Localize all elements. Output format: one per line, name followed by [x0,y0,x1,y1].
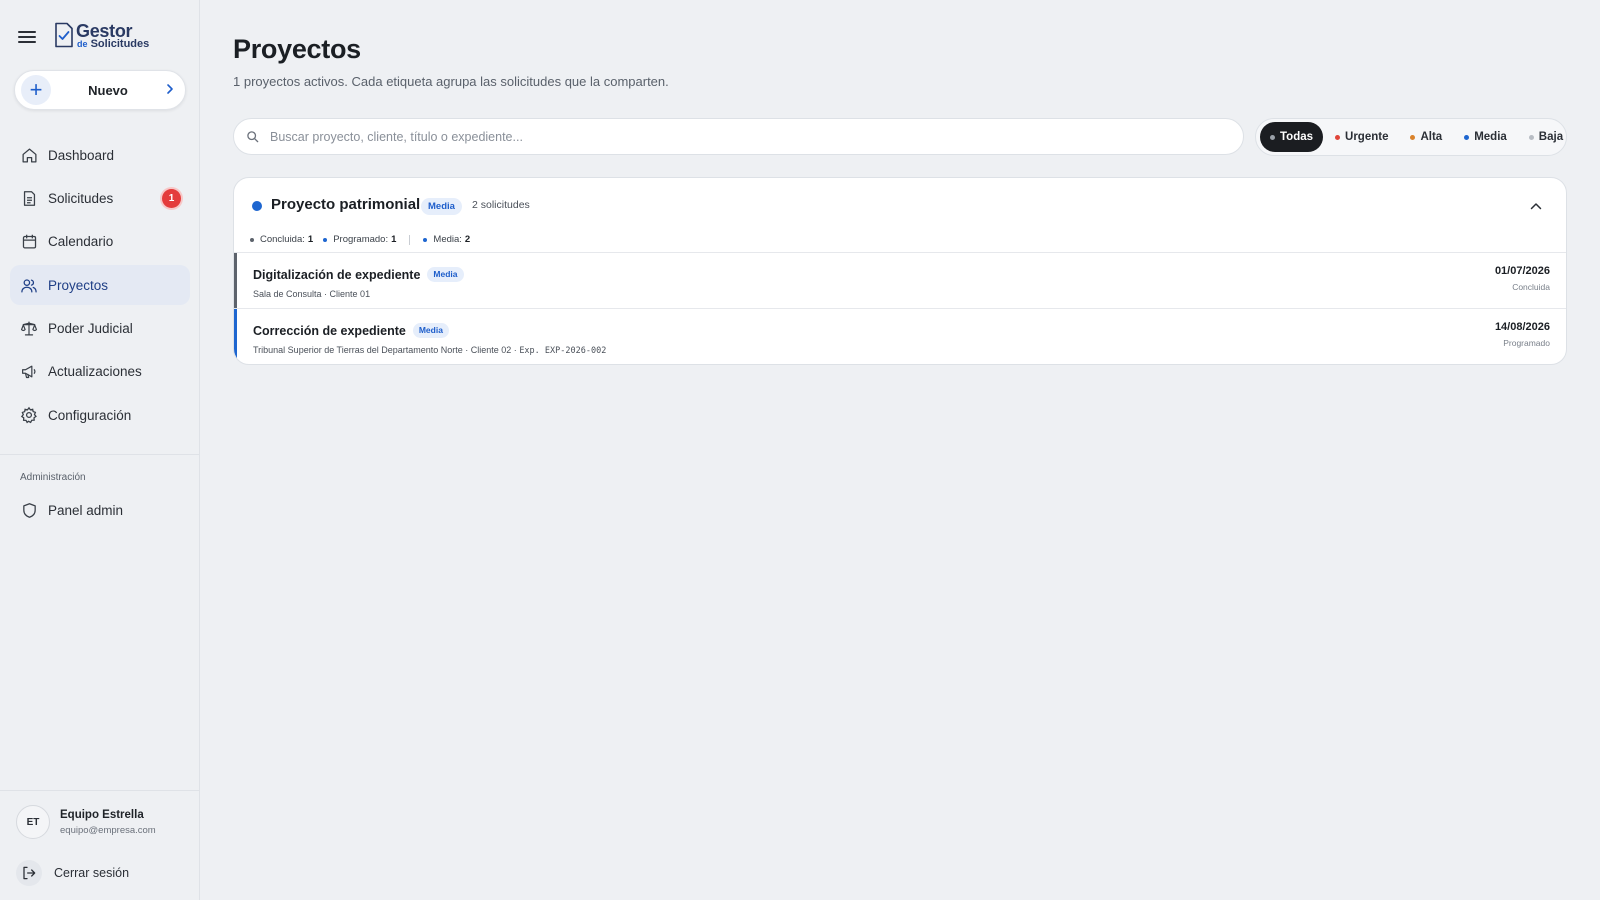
request-title: Corrección de expediente Media [253,323,449,338]
brand: Gestor de Solicitudes [18,18,149,54]
filter-label: Alta [1420,131,1443,143]
project-name: Proyecto patrimonial [271,196,421,213]
stat-dot [250,237,254,242]
user-email: equipo@empresa.com [60,825,156,836]
sidebar-item-label: Proyectos [48,277,109,293]
sidebar-item-panel-admin[interactable]: Panel admin [10,490,190,530]
status-bar [234,309,237,364]
sidebar: Gestor de Solicitudes + Nuevo Dashboard … [0,0,200,900]
filter-label: Media [1474,131,1507,143]
sidebar-item-label: Actualizaciones [48,364,142,380]
calendar-icon [20,233,38,251]
filter-alta[interactable]: Alta [1400,122,1452,152]
sidebar-item-label: Solicitudes [48,190,114,206]
search-input[interactable] [270,129,1243,144]
project-header[interactable]: Proyecto patrimonial Media 2 solicitudes… [234,178,1566,253]
stat-media: Media: 2 [423,234,470,245]
admin-section-label: Administración [20,472,86,483]
sidebar-item-configuracion[interactable]: Configuración [10,395,190,435]
user-name: Equipo Estrella [60,809,144,821]
chevron-up-icon[interactable] [1526,196,1546,216]
logout-icon [16,860,42,886]
logout-label: Cerrar sesión [54,866,130,880]
sidebar-nav: Dashboard Solicitudes 1 Calendario Proye… [10,135,190,439]
page-title: Proyectos [233,34,361,64]
stat-dot [423,237,428,242]
request-meta: Sala de Consulta · Cliente 01 [253,289,371,299]
scale-icon [20,320,38,338]
sidebar-item-dashboard[interactable]: Dashboard [10,135,190,175]
sidebar-item-label: Configuración [48,407,132,423]
new-button-label: Nuevo [88,82,128,98]
filter-baja[interactable]: Baja [1519,122,1573,152]
filter-label: Todas [1280,131,1314,143]
search-bar [233,118,1244,155]
filter-label: Baja [1538,131,1564,143]
sidebar-divider [0,454,199,455]
priority-badge: Media [421,198,462,215]
filter-todas[interactable]: Todas [1260,122,1324,152]
priority-badge: Media [427,267,464,282]
filter-dot [1270,134,1275,140]
expediente-number: Exp. EXP-2026-002 [519,346,607,356]
request-title: Digitalización de expediente Media [253,267,464,282]
filter-dot [1528,134,1534,140]
list-item[interactable]: Corrección de expediente Media Tribunal … [234,309,1566,364]
new-button[interactable]: + Nuevo [14,70,186,110]
filter-media[interactable]: Media [1454,122,1517,152]
plus-icon: + [21,75,51,105]
notification-badge: 1 [162,189,181,209]
filter-label: Urgente [1345,131,1389,143]
menu-icon[interactable] [18,25,42,49]
stat-concluida: Concluida: 1 [250,234,313,245]
project-color-dot [252,201,262,211]
sidebar-item-actualizaciones[interactable]: Actualizaciones [10,352,190,392]
home-icon [20,146,38,164]
priority-badge: Media [412,323,449,338]
project-card: Proyecto patrimonial Media 2 solicitudes… [233,177,1567,365]
project-stats: Concluida: 1 Programado: 1 Media: 2 [250,234,480,245]
avatar[interactable]: ET [16,805,50,839]
sidebar-item-label: Dashboard [48,147,115,163]
admin-nav: Panel admin [10,490,190,533]
page-subtitle: 1 proyectos activos. Cada etiqueta agrup… [233,74,669,89]
stat-dot [323,237,328,242]
sidebar-item-solicitudes[interactable]: Solicitudes 1 [10,178,190,218]
request-status: Concluida [1512,282,1550,292]
document-check-icon [55,22,73,48]
stat-programado: Programado: 1 [323,234,396,245]
stat-separator [409,234,411,245]
request-date: 01/07/2026 [1494,265,1550,277]
sidebar-item-calendario[interactable]: Calendario [10,222,190,262]
priority-filters: Todas Urgente Alta Media Baja [1255,118,1567,156]
request-date: 14/08/2026 [1494,321,1550,333]
request-count: 2 solicitudes [472,199,530,211]
sidebar-item-poder-judicial[interactable]: Poder Judicial [10,309,190,349]
status-bar [234,253,237,308]
shield-icon [20,501,38,519]
sidebar-item-label: Poder Judicial [48,321,133,337]
request-status: Programado [1503,338,1550,348]
list-item[interactable]: Digitalización de expediente Media Sala … [234,253,1566,309]
sidebar-item-label: Panel admin [48,502,124,518]
filter-dot [1410,134,1416,140]
gear-icon [20,406,38,424]
users-icon [20,276,38,294]
request-meta: Tribunal Superior de Tierras del Departa… [253,345,607,356]
filter-dot [1335,134,1341,140]
user-panel: ET Equipo Estrella equipo@empresa.com Ce… [0,790,199,900]
logout-button[interactable]: Cerrar sesión [16,859,129,887]
logo-subtitle: de Solicitudes [77,38,150,50]
filter-dot [1464,134,1470,140]
app-logo[interactable]: Gestor de Solicitudes [54,22,149,50]
search-icon [246,130,260,144]
chevron-right-icon [165,82,175,98]
document-icon [20,189,38,207]
sidebar-item-proyectos[interactable]: Proyectos [10,265,190,306]
sidebar-item-label: Calendario [48,234,114,250]
megaphone-icon [20,363,38,381]
filter-urgente[interactable]: Urgente [1325,122,1398,152]
